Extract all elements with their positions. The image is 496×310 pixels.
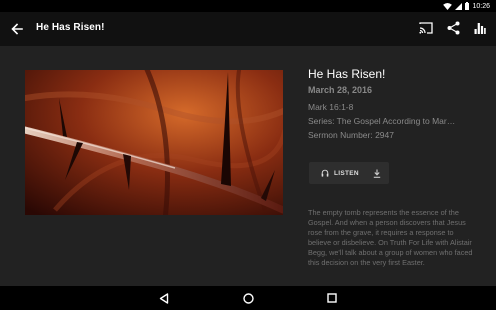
cast-icon (419, 22, 433, 34)
share-icon (447, 21, 459, 35)
nav-recents-button[interactable] (325, 291, 339, 305)
nav-home-button[interactable] (241, 291, 255, 305)
headphones-icon (321, 169, 329, 177)
status-bar: 10:26 (0, 0, 496, 12)
battery-icon (465, 2, 470, 10)
crown-of-thorns-image (25, 70, 283, 215)
app-bar: He Has Risen! (0, 12, 496, 46)
cast-button[interactable] (418, 20, 434, 36)
sermon-number: Sermon Number: 2947 (308, 130, 394, 140)
share-button[interactable] (445, 20, 461, 36)
sermon-description: The empty tomb represents the essence of… (308, 208, 473, 268)
arrow-back-icon (11, 23, 23, 35)
back-triangle-icon (159, 292, 169, 304)
listen-button[interactable]: LISTEN (309, 162, 366, 184)
status-time: 10:26 (472, 2, 490, 10)
back-button[interactable] (9, 21, 25, 37)
download-button[interactable] (366, 162, 388, 184)
series-link[interactable]: Series: The Gospel According to Mar… (308, 116, 473, 126)
wifi-icon (443, 2, 453, 10)
home-circle-icon (242, 292, 254, 304)
sermon-artwork (25, 70, 283, 215)
page-title: He Has Risen! (36, 22, 105, 33)
media-actions: LISTEN (309, 162, 389, 184)
system-nav-bar (0, 286, 496, 310)
recents-square-icon (327, 293, 337, 303)
bar-chart-icon (474, 23, 486, 34)
signal-icon (455, 2, 463, 10)
app-bar-actions (418, 20, 488, 36)
scripture-reference: Mark 16:1-8 (308, 102, 354, 112)
sermon-info: He Has Risen! March 28, 2016 Mark 16:1-8… (308, 67, 488, 144)
nav-back-button[interactable] (157, 291, 171, 305)
download-icon (373, 169, 381, 178)
listen-label: LISTEN (334, 169, 359, 177)
status-icons: 10:26 (443, 0, 490, 12)
stats-button[interactable] (472, 20, 488, 36)
sermon-title: He Has Risen! (308, 67, 386, 81)
sermon-date: March 28, 2016 (308, 85, 373, 95)
sermon-detail: He Has Risen! March 28, 2016 Mark 16:1-8… (0, 46, 496, 286)
